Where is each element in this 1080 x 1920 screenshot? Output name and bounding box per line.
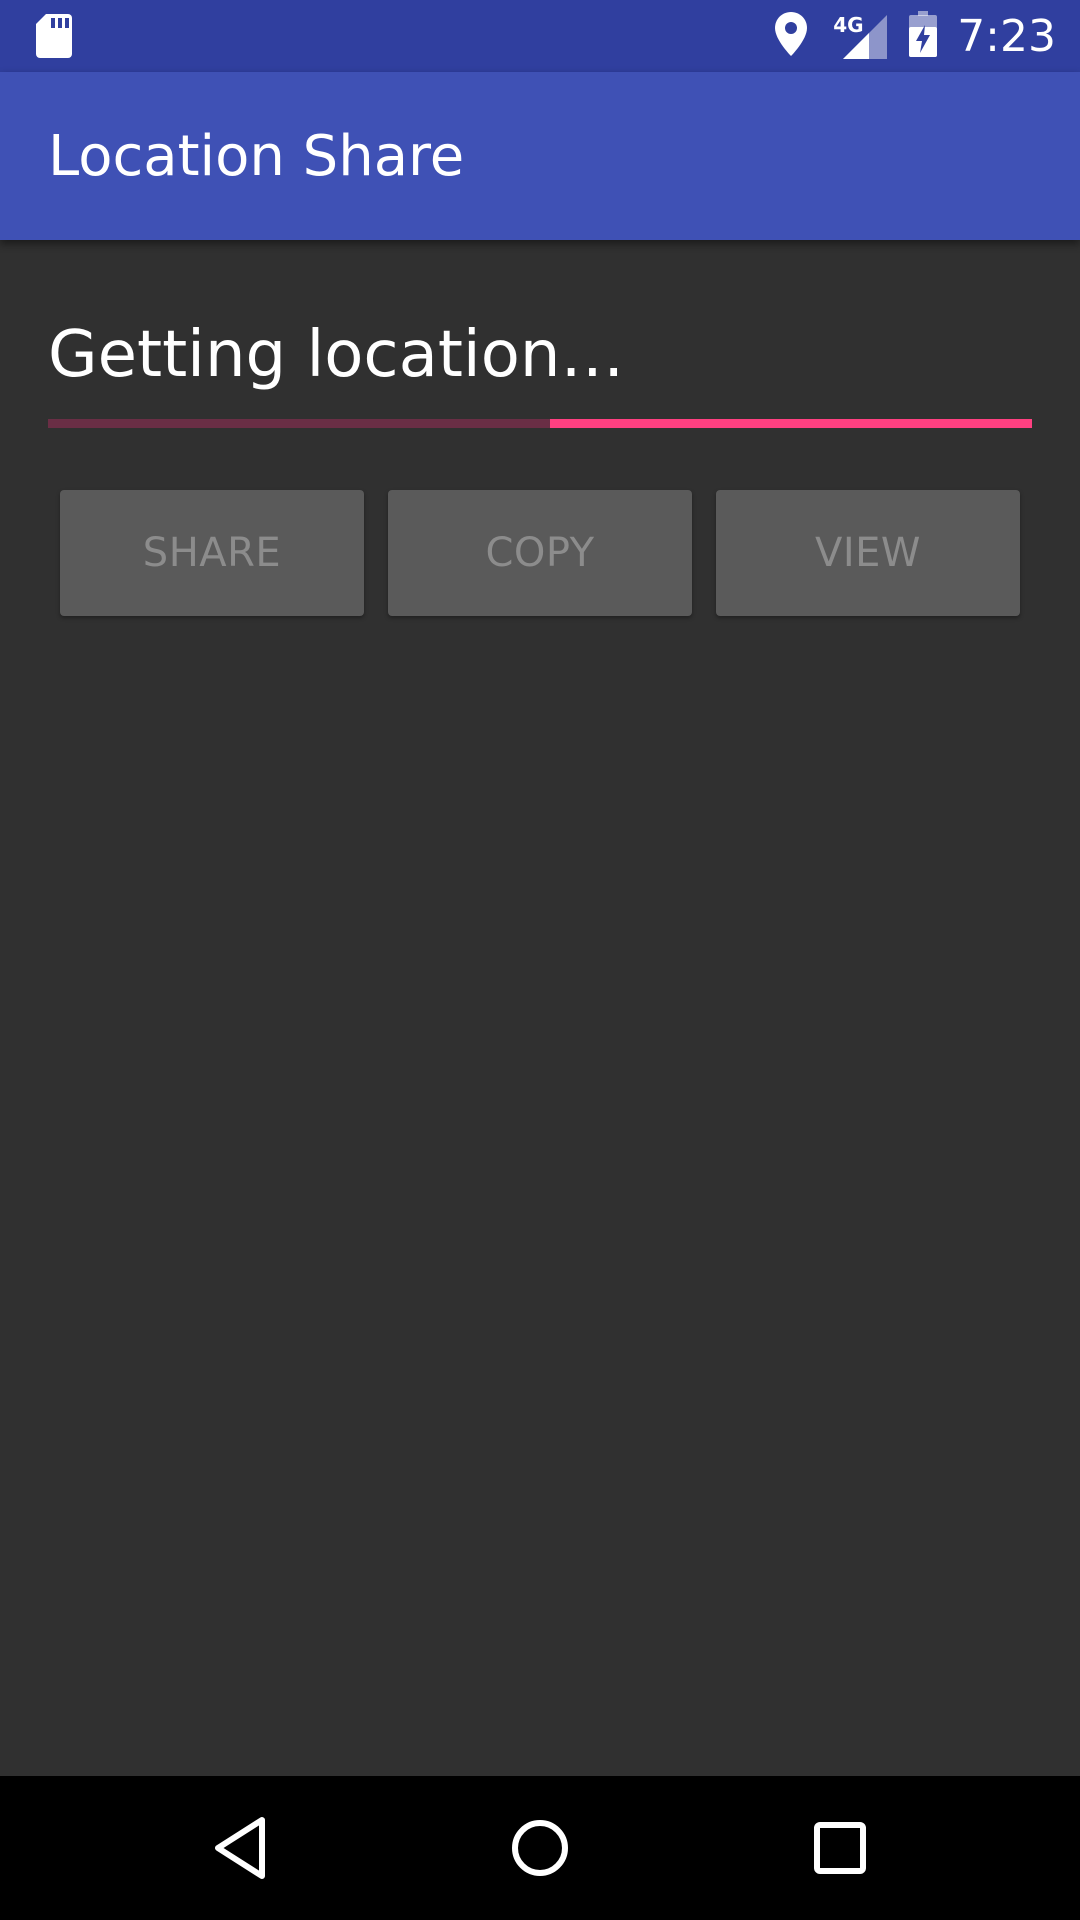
view-button[interactable]: VIEW <box>716 490 1020 616</box>
app-bar: Location Share <box>0 72 1080 240</box>
home-icon[interactable] <box>504 1812 576 1884</box>
status-bar: 4G 7:23 <box>0 0 1080 72</box>
recents-icon[interactable] <box>804 1812 876 1884</box>
progress-bar <box>48 419 1032 428</box>
app-title: Location Share <box>48 124 465 189</box>
status-icons: 4G 7:23 <box>775 0 1056 72</box>
back-icon[interactable] <box>204 1812 276 1884</box>
location-status-text: Getting location… <box>48 318 625 392</box>
status-time: 7:23 <box>957 10 1056 62</box>
cell-signal-icon: 4G <box>833 13 888 59</box>
progress-indicator <box>549 419 1032 428</box>
action-buttons: SHARE COPY VIEW <box>60 490 1020 616</box>
copy-button[interactable]: COPY <box>388 490 692 616</box>
screen: 4G 7:23 Location Share Getting location… <box>0 0 1080 1920</box>
share-button[interactable]: SHARE <box>60 490 364 616</box>
navigation-bar <box>0 1776 1080 1920</box>
battery-charging-icon <box>909 10 938 62</box>
location-pin-icon <box>775 11 808 61</box>
sd-card-icon <box>36 14 72 58</box>
